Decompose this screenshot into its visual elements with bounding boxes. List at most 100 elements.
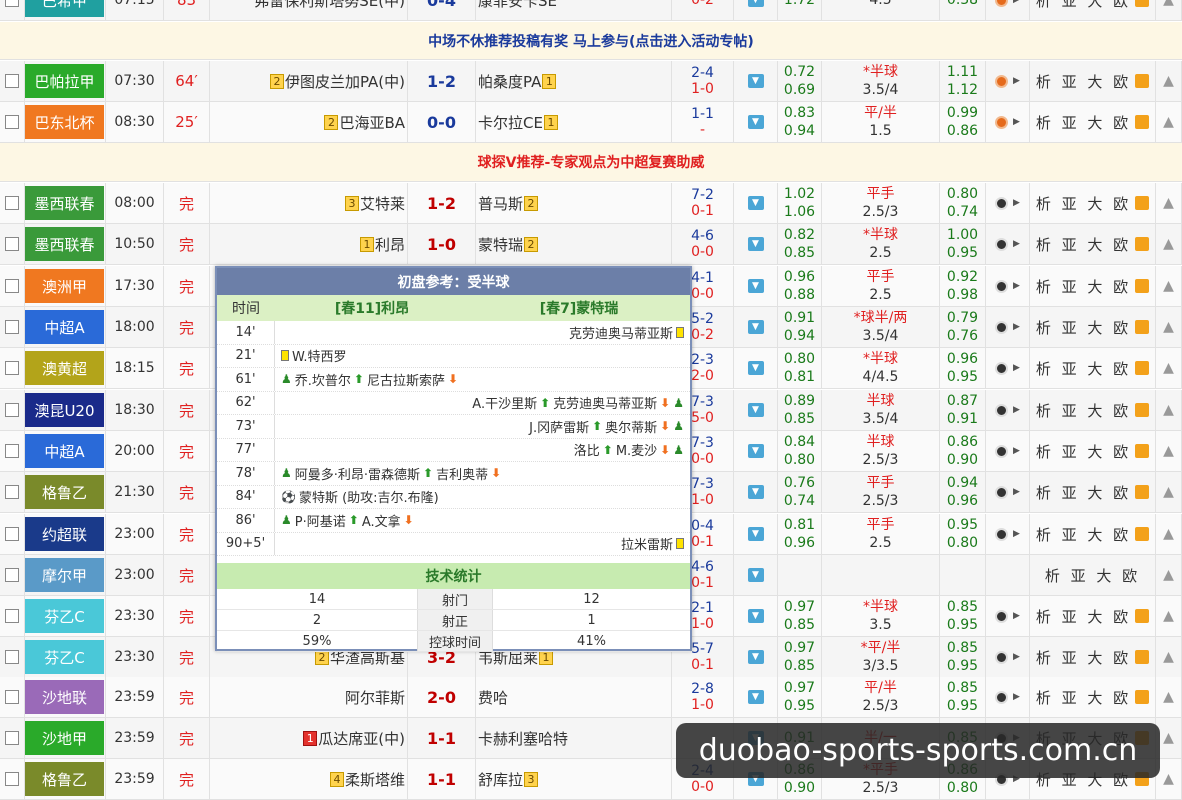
league-badge[interactable]: 沙地联 [25, 680, 104, 714]
league-badge[interactable]: 芬乙C [25, 640, 104, 674]
select-checkbox[interactable] [5, 444, 19, 458]
select-checkbox[interactable] [5, 115, 19, 129]
user-icon[interactable] [1135, 115, 1150, 129]
analysis-label[interactable]: 析 亚 大 欧 [1036, 193, 1131, 214]
play-arrow-icon[interactable]: ▶ [1013, 529, 1020, 539]
match-row[interactable]: 巴希甲 07:15 83 弗雷保利斯塔努SE(中) 0-4 康菲安卡SE 0-2 ▼ 1.72 4… [0, 0, 1182, 21]
user-icon[interactable] [1135, 361, 1150, 375]
expand-detail-icon[interactable]: ▼ [747, 527, 764, 541]
home-team[interactable]: 3 艾特莱 [210, 183, 408, 223]
home-team[interactable]: 1 瓜达席亚(中) [210, 718, 408, 758]
away-team-name[interactable]: 帕桑度PA [478, 71, 541, 92]
pin-up-icon[interactable]: ▲ [1163, 443, 1174, 459]
analysis-label[interactable]: 析 亚 大 欧 [1036, 276, 1131, 297]
league-badge[interactable]: 巴帕拉甲 [25, 64, 104, 98]
home-team-name[interactable]: 瓜达席亚(中) [318, 728, 405, 749]
expand-detail-icon[interactable]: ▼ [747, 0, 764, 7]
select-checkbox[interactable] [5, 279, 19, 293]
home-team[interactable]: 弗雷保利斯塔努SE(中) [210, 0, 408, 20]
select-checkbox[interactable] [5, 0, 19, 7]
away-team[interactable]: 蒙特瑞 2 [476, 224, 672, 264]
select-checkbox[interactable] [5, 731, 19, 745]
away-team-name[interactable]: 卡赫利塞哈特 [478, 728, 568, 749]
analysis-label[interactable]: 析 亚 大 欧 [1036, 441, 1131, 462]
select-checkbox[interactable] [5, 320, 19, 334]
analysis-label[interactable]: 析 亚 大 欧 [1036, 71, 1131, 92]
league-badge[interactable]: 中超A [25, 434, 104, 468]
user-icon[interactable] [1135, 485, 1150, 499]
play-arrow-icon[interactable]: ▶ [1013, 117, 1020, 127]
expand-detail-icon[interactable]: ▼ [747, 196, 764, 210]
play-arrow-icon[interactable]: ▶ [1013, 198, 1020, 208]
select-checkbox[interactable] [5, 568, 19, 582]
home-team-name[interactable]: 弗雷保利斯塔努SE(中) [254, 0, 405, 11]
league-badge[interactable]: 墨西联春 [25, 227, 104, 261]
home-team-name[interactable]: 伊图皮兰加PA(中) [285, 71, 405, 92]
play-arrow-icon[interactable]: ▶ [1013, 322, 1020, 332]
match-score[interactable]: 1-0 [408, 224, 476, 264]
home-team-name[interactable]: 利昂 [375, 234, 405, 255]
analysis-label[interactable]: 析 亚 大 欧 [1036, 524, 1131, 545]
select-checkbox[interactable] [5, 485, 19, 499]
user-icon[interactable] [1135, 527, 1150, 541]
select-checkbox[interactable] [5, 361, 19, 375]
play-arrow-icon[interactable]: ▶ [1013, 692, 1020, 702]
play-arrow-icon[interactable]: ▶ [1013, 446, 1020, 456]
away-team-name[interactable]: 卡尔拉CE [478, 112, 543, 133]
away-team[interactable]: 帕桑度PA 1 [476, 61, 672, 101]
away-team-name[interactable]: 普马斯 [478, 193, 523, 214]
away-team[interactable]: 普马斯 2 [476, 183, 672, 223]
pin-up-icon[interactable]: ▲ [1163, 278, 1174, 294]
match-row[interactable]: 巴东北杯 08:30 25′ 2 巴海亚BA 0-0 卡尔拉CE 1 1-1- ▼ 0.83 0.94… [0, 102, 1182, 143]
home-team-name[interactable]: 巴海亚BA [339, 112, 405, 133]
football-icon[interactable] [995, 485, 1009, 499]
play-arrow-icon[interactable]: ▶ [1013, 652, 1020, 662]
expand-detail-icon[interactable]: ▼ [747, 279, 764, 293]
expand-detail-icon[interactable]: ▼ [747, 403, 764, 417]
away-team[interactable]: 康菲安卡SE [476, 0, 672, 20]
expand-detail-icon[interactable]: ▼ [747, 361, 764, 375]
league-badge[interactable]: 澳昆U20 [25, 393, 104, 427]
pin-up-icon[interactable]: ▲ [1163, 689, 1174, 705]
analysis-label[interactable]: 析 亚 大 欧 [1045, 565, 1140, 586]
away-team[interactable]: 舒库拉 3 [476, 759, 672, 799]
user-icon[interactable] [1135, 403, 1150, 417]
league-badge[interactable]: 墨西联春 [25, 186, 104, 220]
analysis-label[interactable]: 析 亚 大 欧 [1036, 112, 1131, 133]
league-badge[interactable]: 格鲁乙 [25, 475, 104, 509]
league-badge[interactable]: 巴希甲 [25, 0, 104, 17]
league-badge[interactable]: 摩尔甲 [25, 558, 104, 592]
expand-detail-icon[interactable]: ▼ [747, 320, 764, 334]
user-icon[interactable] [1135, 74, 1150, 88]
league-badge[interactable]: 芬乙C [25, 599, 104, 633]
user-icon[interactable] [1135, 609, 1150, 623]
football-icon[interactable] [995, 196, 1009, 210]
play-arrow-icon[interactable]: ▶ [1013, 405, 1020, 415]
pin-up-icon[interactable]: ▲ [1163, 526, 1174, 542]
play-arrow-icon[interactable]: ▶ [1013, 281, 1020, 291]
match-score[interactable]: 1-1 [408, 718, 476, 758]
user-icon[interactable] [1135, 444, 1150, 458]
pin-up-icon[interactable]: ▲ [1163, 360, 1174, 376]
pin-up-icon[interactable]: ▲ [1163, 114, 1174, 130]
play-arrow-icon[interactable]: ▶ [1013, 239, 1020, 249]
pin-up-icon[interactable]: ▲ [1163, 0, 1174, 8]
analysis-label[interactable]: 析 亚 大 欧 [1036, 400, 1131, 421]
match-row[interactable]: 墨西联春 10:50 完 1 利昂 1-0 蒙特瑞 2 4-6 0-0 ▼ 0.82 0.85 *半球 2.… [0, 224, 1182, 265]
football-icon[interactable] [995, 115, 1009, 129]
away-team[interactable]: 卡尔拉CE 1 [476, 102, 672, 142]
football-icon[interactable] [995, 0, 1009, 7]
match-score[interactable]: 1-1 [408, 759, 476, 799]
match-score[interactable]: 1-2 [408, 183, 476, 223]
match-row[interactable]: 墨西联春 08:00 完 3 艾特莱 1-2 普马斯 2 7-2 0-1 ▼ 1.02 1.06 平手 2.… [0, 183, 1182, 224]
away-team-name[interactable]: 费哈 [478, 687, 508, 708]
select-checkbox[interactable] [5, 609, 19, 623]
home-team[interactable]: 1 利昂 [210, 224, 408, 264]
analysis-label[interactable]: 析 亚 大 欧 [1036, 317, 1131, 338]
football-icon[interactable] [995, 444, 1009, 458]
football-icon[interactable] [995, 74, 1009, 88]
pin-up-icon[interactable]: ▲ [1163, 649, 1174, 665]
analysis-label[interactable]: 析 亚 大 欧 [1036, 687, 1131, 708]
play-arrow-icon[interactable]: ▶ [1013, 611, 1020, 621]
home-team-name[interactable]: 艾特莱 [360, 193, 405, 214]
